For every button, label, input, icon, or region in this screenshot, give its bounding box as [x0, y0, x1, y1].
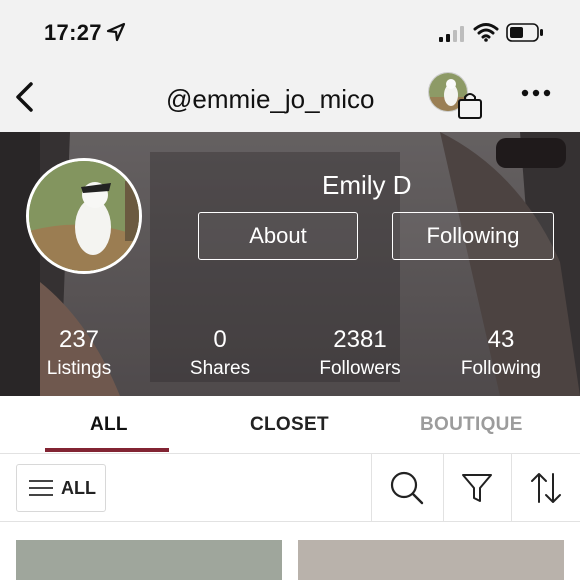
following-button[interactable]: Following	[392, 212, 554, 260]
about-button[interactable]: About	[198, 212, 358, 260]
stat-label: Shares	[189, 358, 251, 379]
stat-shares[interactable]: 0 Shares	[165, 326, 275, 380]
stat-value: 0	[213, 326, 227, 353]
location-arrow-icon	[106, 22, 126, 42]
nav-bar: @emmie_jo_mico	[0, 64, 580, 132]
stat-value: 2381	[333, 326, 387, 353]
profile-avatar[interactable]	[26, 158, 142, 274]
listing-thumbnail[interactable]	[16, 540, 282, 580]
more-dots-icon[interactable]	[520, 86, 552, 100]
all-filter-button[interactable]: ALL	[16, 464, 106, 512]
stat-value: 237	[58, 326, 100, 353]
tab-bar: ALL CLOSET BOUTIQUE	[0, 396, 580, 454]
divider	[371, 454, 372, 522]
stat-value: 43	[487, 326, 515, 353]
tab-closet[interactable]: CLOSET	[250, 414, 329, 436]
profile-cover: Emily D About Following 237 Listings 0 S…	[0, 132, 580, 396]
shopping-bag-icon[interactable]	[456, 90, 484, 120]
signal-icon	[439, 26, 464, 42]
filter-bar: ALL	[0, 454, 580, 522]
stat-following[interactable]: 43 Following	[446, 326, 556, 380]
stat-listings[interactable]: 237 Listings	[24, 326, 134, 380]
tab-all[interactable]: ALL	[90, 414, 128, 436]
divider	[511, 454, 512, 522]
about-button-label: About	[249, 223, 307, 248]
chevron-left-icon[interactable]	[10, 78, 40, 116]
menu-icon	[29, 480, 53, 496]
listing-thumbnail[interactable]	[298, 540, 564, 580]
following-button-label: Following	[426, 223, 520, 248]
sort-icon[interactable]	[528, 470, 564, 506]
battery-icon	[506, 23, 543, 42]
status-time: 17:27	[44, 20, 102, 45]
active-tab-indicator	[45, 448, 169, 452]
stat-label: Listings	[46, 358, 112, 379]
page-title: @emmie_jo_mico	[166, 84, 375, 114]
tab-boutique[interactable]: BOUTIQUE	[420, 414, 523, 436]
stat-followers[interactable]: 2381 Followers	[305, 326, 415, 380]
filter-icon[interactable]	[459, 470, 495, 506]
search-icon[interactable]	[389, 470, 425, 506]
divider	[443, 454, 444, 522]
status-bar: 17:27	[0, 0, 580, 64]
display-name: Emily D	[322, 170, 412, 200]
stat-label: Followers	[319, 358, 401, 379]
wifi-icon	[473, 23, 499, 42]
all-filter-label: ALL	[61, 477, 96, 498]
stat-label: Following	[460, 358, 542, 379]
